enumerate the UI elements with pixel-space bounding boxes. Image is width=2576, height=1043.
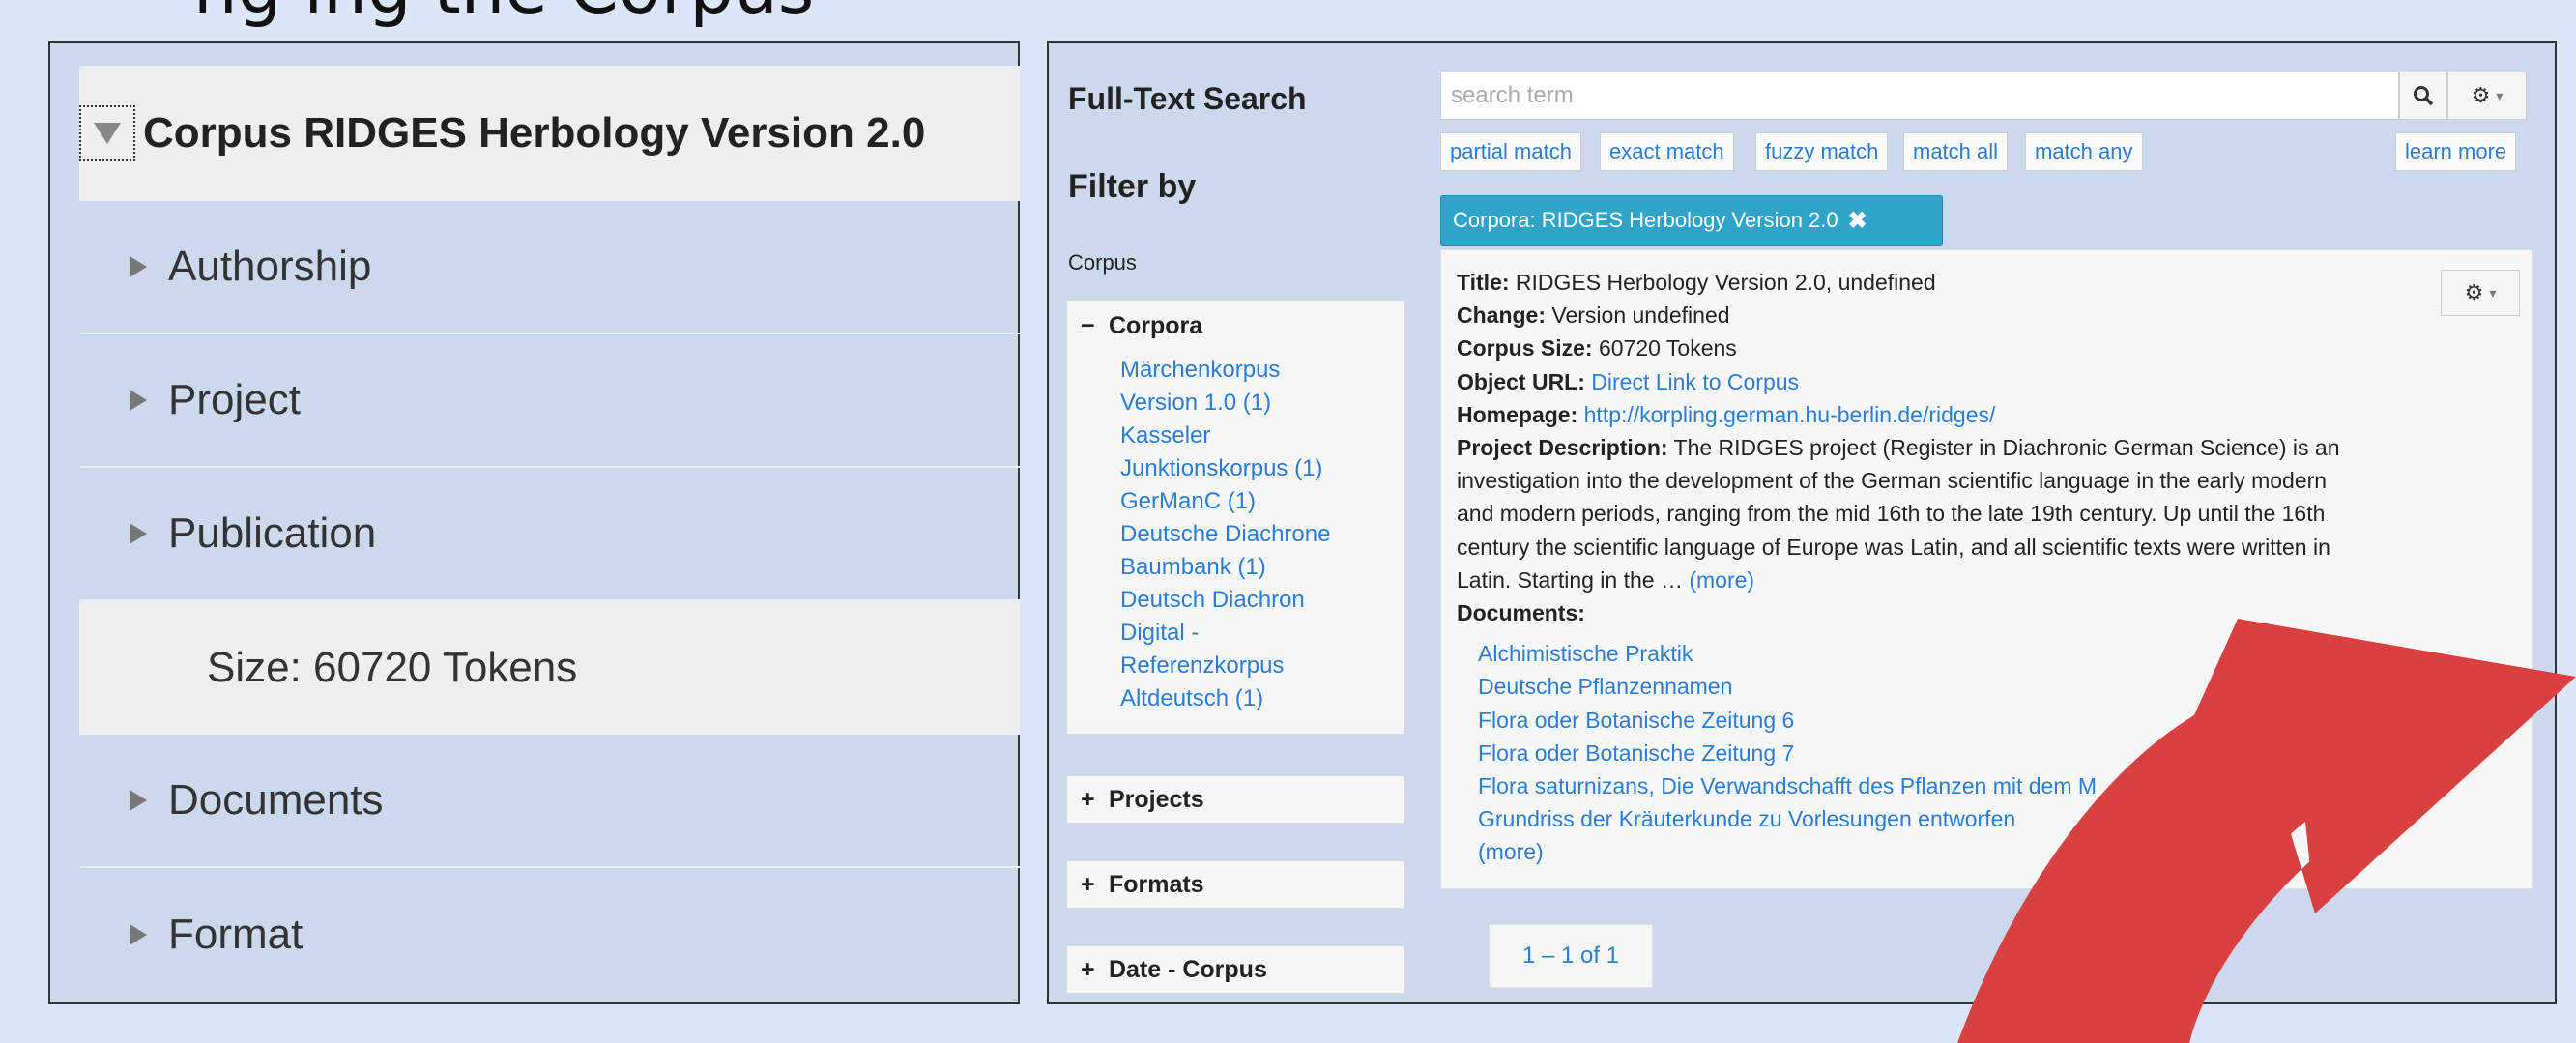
slide-caption: ng ing the Corpus (0, 0, 2576, 39)
tree-item-label: Size: 60720 Tokens (207, 644, 578, 691)
fuzzy-match-button[interactable]: fuzzy match (1755, 132, 1889, 171)
partial-match-button[interactable]: partial match (1440, 132, 1581, 171)
facet-date-corpus[interactable]: + Date - Corpus (1066, 945, 1404, 994)
facet-title: Date - Corpus (1108, 955, 1267, 983)
expand-arrow-icon (130, 390, 147, 411)
full-text-search-heading: Full-Text Search (1068, 81, 1307, 116)
expand-plus-icon: + (1081, 955, 1095, 983)
tree-item-label: Documents (168, 776, 384, 824)
description-more-link[interactable]: (more) (1689, 567, 1754, 593)
tree-item-authorship[interactable]: Authorship (79, 201, 1020, 334)
pagination[interactable]: 1 – 1 of 1 (1489, 924, 1653, 988)
search-result-card: ⚙ ▾ Title: RIDGES Herbology Version 2.0, … (1440, 249, 2533, 889)
tree-item-label: Format (168, 911, 304, 958)
document-link[interactable]: Alchimistische Praktik (1478, 637, 2516, 670)
collapse-minus-icon: − (1081, 312, 1095, 339)
gear-icon: ⚙ (2464, 279, 2484, 304)
object-url-link[interactable]: Direct Link to Corpus (1591, 369, 1799, 394)
expand-plus-icon: + (1081, 870, 1095, 898)
result-settings-button[interactable]: ⚙ ▾ (2441, 270, 2520, 316)
facet-formats[interactable]: + Formats (1066, 860, 1404, 909)
tree-item-publication[interactable]: Publication (79, 468, 1020, 601)
caret-down-icon: ▾ (2496, 87, 2504, 103)
tree-root-label: Corpus RIDGES Herbology Version 2.0 (143, 109, 926, 157)
homepage-link[interactable]: http://korpling.german.hu-berlin.de/ridg… (1584, 402, 1996, 427)
expand-arrow-icon (130, 924, 147, 945)
document-link[interactable]: Flora oder Botanische Zeitung 7 (1478, 737, 2516, 769)
facet-corpora: − Corpora Märchenkorpus Version 1.0 (1) … (1066, 300, 1404, 735)
search-button[interactable] (2399, 72, 2447, 120)
facet-option[interactable]: Junktionskorpus (1) (1120, 452, 1404, 485)
facet-title: Formats (1108, 870, 1204, 898)
tree-item-size: Size: 60720 Tokens (79, 601, 1020, 735)
facet-option[interactable]: Referenzkorpus (1120, 650, 1404, 682)
facet-option[interactable]: Märchenkorpus (1120, 354, 1404, 387)
chip-label: Corpora: RIDGES Herbology Version 2.0 (1453, 208, 1838, 232)
facet-option[interactable]: Digital - (1120, 617, 1404, 650)
search-panel: Full-Text Search Filter by Corpus − Corp… (1047, 41, 2557, 1004)
result-homepage-row: Homepage: http://korpling.german.hu-berl… (1457, 401, 1996, 427)
facet-option[interactable]: Deutsch Diachron (1120, 584, 1404, 617)
facet-option[interactable]: Baumbank (1) (1120, 551, 1404, 584)
documents-more-link[interactable]: (more) (1478, 835, 2516, 868)
corpus-section-label: Corpus (1068, 250, 1137, 275)
expand-arrow-icon (130, 790, 147, 811)
search-icon (2414, 86, 2434, 106)
facet-option[interactable]: GerManC (1) (1120, 485, 1404, 518)
expand-plus-icon: + (1081, 785, 1095, 813)
facet-option[interactable]: Altdeutsch (1) (1120, 682, 1404, 715)
expand-arrow-icon (130, 256, 147, 277)
collapse-toggle-icon[interactable] (79, 105, 135, 161)
document-link[interactable]: Flora saturnizans, Die Verwandschafft de… (1478, 769, 2516, 802)
exact-match-button[interactable]: exact match (1600, 132, 1734, 171)
tree-item-label: Publication (168, 509, 377, 557)
tree-root-corpus[interactable]: Corpus RIDGES Herbology Version 2.0 (79, 66, 1020, 201)
result-description: Project Description: The RIDGES project … (1457, 435, 2340, 593)
facet-title: Projects (1108, 785, 1204, 813)
gear-icon: ⚙ (2471, 83, 2491, 107)
facet-corpora-header[interactable]: − Corpora (1067, 312, 1404, 340)
tree-item-documents[interactable]: Documents (79, 735, 1020, 868)
active-filter-chip[interactable]: Corpora: RIDGES Herbology Version 2.0 ✖ (1440, 195, 1943, 246)
document-link[interactable]: Grundriss der Kräuterkunde zu Vorlesunge… (1478, 802, 2516, 835)
facet-projects[interactable]: + Projects (1066, 775, 1404, 824)
facet-option[interactable]: Deutsche Diachrone (1120, 518, 1404, 551)
learn-more-button[interactable]: learn more (2395, 132, 2517, 171)
facet-title: Corpora (1108, 312, 1203, 339)
document-link[interactable]: Flora oder Botanische Zeitung 6 (1478, 704, 2516, 737)
facet-corpora-list: Märchenkorpus Version 1.0 (1) Kasseler J… (1120, 354, 1404, 715)
metadata-tree-panel: Corpus RIDGES Herbology Version 2.0 Auth… (48, 41, 1020, 1004)
search-input[interactable] (1440, 72, 2399, 120)
result-change-row: Change: Version undefined (1457, 303, 1730, 329)
expand-arrow-icon (130, 523, 147, 544)
filter-by-heading: Filter by (1068, 168, 1197, 205)
facet-option[interactable]: Kasseler (1120, 420, 1404, 452)
match-all-button[interactable]: match all (1903, 132, 2009, 171)
facet-option[interactable]: Version 1.0 (1) (1120, 387, 1404, 420)
result-size-row: Corpus Size: 60720 Tokens (1457, 335, 1737, 362)
result-url-row: Object URL: Direct Link to Corpus (1457, 368, 1800, 394)
tree-item-project[interactable]: Project (79, 334, 1020, 468)
tree-item-format[interactable]: Format (79, 868, 1020, 1001)
match-any-button[interactable]: match any (2025, 132, 2143, 171)
tree-item-label: Authorship (168, 243, 372, 290)
document-list: Alchimistische Praktik Deutsche Pflanzen… (1478, 637, 2516, 868)
document-link[interactable]: Deutsche Pflanzennamen (1478, 670, 2516, 703)
search-settings-button[interactable]: ⚙ ▾ (2447, 72, 2527, 120)
tree-item-label: Project (168, 376, 301, 423)
caret-down-icon: ▾ (2489, 284, 2497, 301)
close-icon[interactable]: ✖ (1848, 207, 1867, 235)
result-title-row: Title: RIDGES Herbology Version 2.0, und… (1457, 270, 1936, 295)
documents-label: Documents: (1457, 600, 1585, 626)
